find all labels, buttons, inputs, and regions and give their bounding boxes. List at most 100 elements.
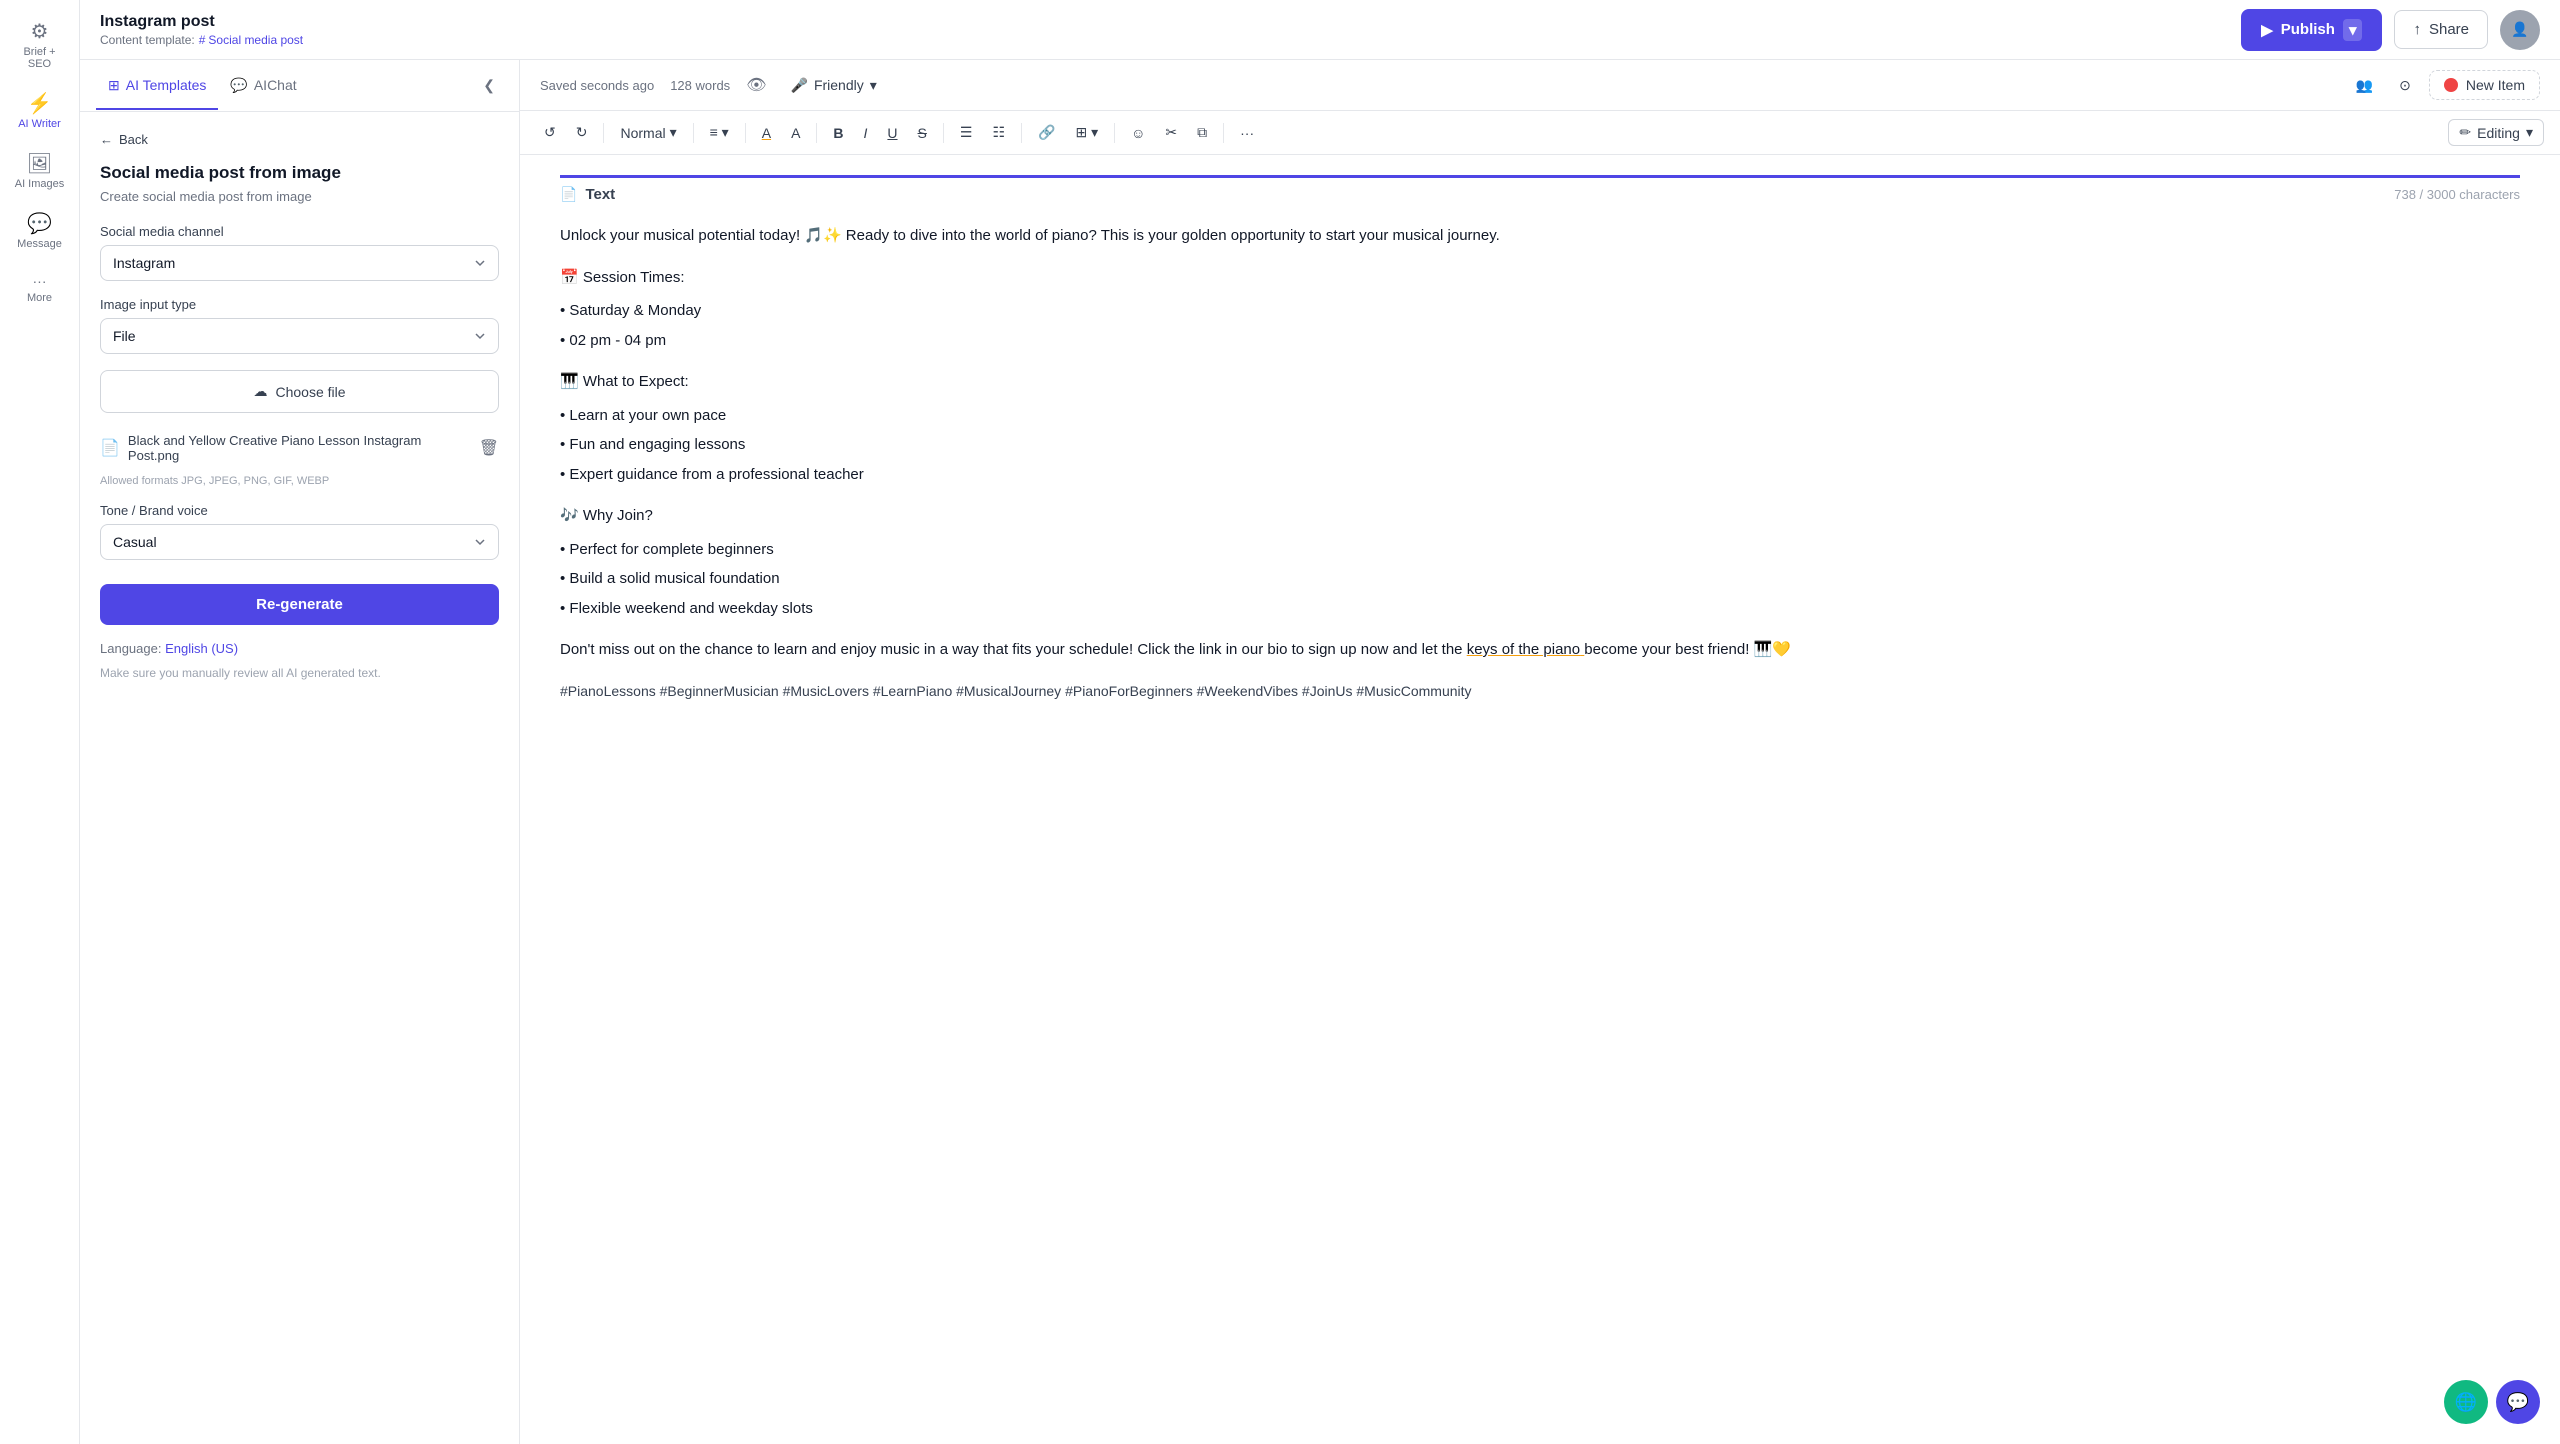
word-count: 128 words	[670, 78, 730, 93]
editor-body-text[interactable]: Unlock your musical potential today! 🎵✨ …	[560, 223, 2520, 704]
tone-form-group: Tone / Brand voice Casual Formal Friendl…	[100, 503, 499, 560]
user-group-icon-button[interactable]: 👥	[2348, 73, 2381, 98]
editing-mode-button[interactable]: ✏ Editing ▾	[2448, 119, 2544, 146]
highlight-button[interactable]: A	[754, 121, 779, 145]
underline-button[interactable]: U	[879, 121, 905, 145]
why-heading: 🎶 Why Join?	[560, 503, 2520, 529]
why-list: • Perfect for complete beginners • Build…	[560, 537, 2520, 622]
editor-content[interactable]: 📄 Text 738 / 3000 characters Unlock your…	[520, 155, 2560, 1444]
sidebar-item-ai-writer[interactable]: ⚡ AI Writer	[5, 84, 75, 140]
session-heading: 📅 Session Times:	[560, 265, 2520, 291]
table-button[interactable]: ⊞ ▾	[1067, 120, 1106, 145]
language-link[interactable]: English (US)	[165, 641, 238, 656]
expect-heading: 🎹 What to Expect:	[560, 369, 2520, 395]
strikethrough-button[interactable]: S	[910, 121, 935, 145]
ai-images-icon: 🖼	[27, 154, 52, 174]
delete-file-button[interactable]: 🗑	[479, 438, 499, 458]
content-area: ⊞ AI Templates 💬 AIChat ❮ ← Back Social …	[80, 60, 2560, 1444]
chat-widget: 🌐 💬	[2444, 1380, 2540, 1424]
settings-circle-icon-button[interactable]: ⊙	[2391, 73, 2419, 98]
editing-chevron-icon: ▾	[2526, 124, 2533, 141]
sidebar-item-message[interactable]: 💬 Message	[5, 204, 75, 260]
publish-chevron: ▾	[2343, 19, 2363, 41]
avatar-initials: 👤	[2511, 21, 2528, 38]
template-description: Create social media post from image	[100, 189, 499, 204]
italic-button[interactable]: I	[856, 121, 876, 145]
language-value: English (US)	[165, 641, 238, 656]
list-item: • Fun and engaging lessons	[560, 432, 2520, 458]
allowed-formats-text: Allowed formats JPG, JPEG, PNG, GIF, WEB…	[100, 475, 499, 487]
hashtags-text: #PianoLessons #BeginnerMusician #MusicLo…	[560, 679, 2520, 704]
new-item-area: 👥 ⊙ New Item	[2348, 70, 2540, 100]
emoji-button[interactable]: ☺	[1123, 121, 1153, 145]
tone-select[interactable]: Casual Formal Friendly Professional	[100, 524, 499, 560]
user-avatar[interactable]: 👤	[2500, 10, 2540, 50]
tone-label: Tone / Brand voice	[100, 503, 499, 518]
ai-templates-icon: ⊞	[108, 77, 120, 94]
text-color-button[interactable]: A	[783, 121, 808, 145]
publish-icon: ▶	[2261, 21, 2273, 39]
cta-link[interactable]: keys of the piano	[1467, 641, 1585, 658]
undo-button[interactable]: ↺	[536, 120, 564, 145]
text-style-dropdown[interactable]: Normal ▾	[612, 120, 684, 145]
publish-button[interactable]: ▶ Publish ▾	[2241, 9, 2382, 51]
sidebar-item-ai-images[interactable]: 🖼 AI Images	[5, 144, 75, 200]
bullet-list-button[interactable]: ☰	[952, 120, 981, 145]
new-item-label: New Item	[2466, 77, 2525, 93]
chat-open-button[interactable]: 💬	[2496, 1380, 2540, 1424]
char-count: 738 / 3000 characters	[2394, 187, 2520, 202]
regenerate-label: Re-generate	[256, 596, 343, 613]
editor-top-bar: Saved seconds ago 128 words 👁 🎤 Friendly…	[520, 60, 2560, 111]
tab-ai-chat[interactable]: 💬 AIChat	[218, 63, 308, 110]
page-title: Instagram post	[100, 13, 303, 31]
tab-label: AIChat	[254, 77, 297, 93]
language-label: Language:	[100, 641, 161, 656]
file-upload-group: ☁ Choose file 📄 Black and Yellow Creativ…	[100, 370, 499, 487]
back-label: Back	[119, 132, 148, 147]
channel-form-group: Social media channel Instagram Facebook …	[100, 224, 499, 281]
template-link-text: Social media post	[208, 33, 303, 47]
format-toolbar: ↺ ↻ Normal ▾ ≡ ▾ A A B I U S ☰ ☷	[520, 111, 2560, 155]
list-item: • Flexible weekend and weekday slots	[560, 596, 2520, 622]
panel-sidebar: ⊞ AI Templates 💬 AIChat ❮ ← Back Social …	[80, 60, 520, 1444]
main-area: Instagram post Content template: # Socia…	[80, 0, 2560, 1444]
copy-button[interactable]: ⧉	[1189, 120, 1215, 145]
sidebar-item-brief-seo[interactable]: ⚙ Brief + SEO	[5, 12, 75, 80]
view-toggle-button[interactable]: 👁	[746, 75, 766, 95]
redo-button[interactable]: ↻	[568, 120, 596, 145]
more-options-button[interactable]: ···	[1232, 121, 1262, 145]
bold-button[interactable]: B	[825, 121, 851, 145]
new-item-button[interactable]: New Item	[2429, 70, 2540, 100]
microphone-icon: 🎤	[791, 77, 808, 94]
cta-link-text: keys of the piano	[1467, 641, 1580, 658]
collapse-panel-button[interactable]: ❮	[475, 69, 503, 102]
list-item: • 02 pm - 04 pm	[560, 328, 2520, 354]
toolbar-separator-2	[693, 123, 694, 143]
content-template-link[interactable]: # Social media post	[199, 33, 303, 47]
cut-button[interactable]: ✂	[1157, 120, 1185, 145]
share-button[interactable]: ↑ Share	[2394, 10, 2488, 49]
back-button[interactable]: ← Back	[100, 132, 499, 147]
image-input-form-group: Image input type File URL	[100, 297, 499, 354]
text-block-icon: 📄	[560, 186, 577, 203]
link-button[interactable]: 🔗	[1030, 120, 1063, 145]
file-name-text: Black and Yellow Creative Piano Lesson I…	[128, 433, 471, 463]
channel-select[interactable]: Instagram Facebook Twitter LinkedIn	[100, 245, 499, 281]
align-button[interactable]: ≡ ▾	[702, 120, 737, 145]
more-icon: ···	[33, 274, 47, 288]
panel-content: ← Back Social media post from image Crea…	[80, 112, 519, 1444]
subtitle-label: Content template:	[100, 33, 195, 47]
choose-file-button[interactable]: ☁ Choose file	[100, 370, 499, 413]
ai-chat-icon: 💬	[230, 77, 247, 94]
chat-secondary-button[interactable]: 🌐	[2444, 1380, 2488, 1424]
toolbar-separator-6	[1021, 123, 1022, 143]
red-dot-icon	[2444, 78, 2458, 92]
image-input-select[interactable]: File URL	[100, 318, 499, 354]
number-list-button[interactable]: ☷	[984, 120, 1013, 145]
tab-ai-templates[interactable]: ⊞ AI Templates	[96, 63, 218, 110]
toolbar-right: ✏ Editing ▾	[2448, 119, 2544, 146]
sidebar-item-more[interactable]: ··· More	[5, 264, 75, 314]
regenerate-button[interactable]: Re-generate	[100, 584, 499, 625]
choose-file-label: Choose file	[275, 384, 345, 400]
tone-selector[interactable]: 🎤 Friendly ▾	[783, 73, 885, 98]
